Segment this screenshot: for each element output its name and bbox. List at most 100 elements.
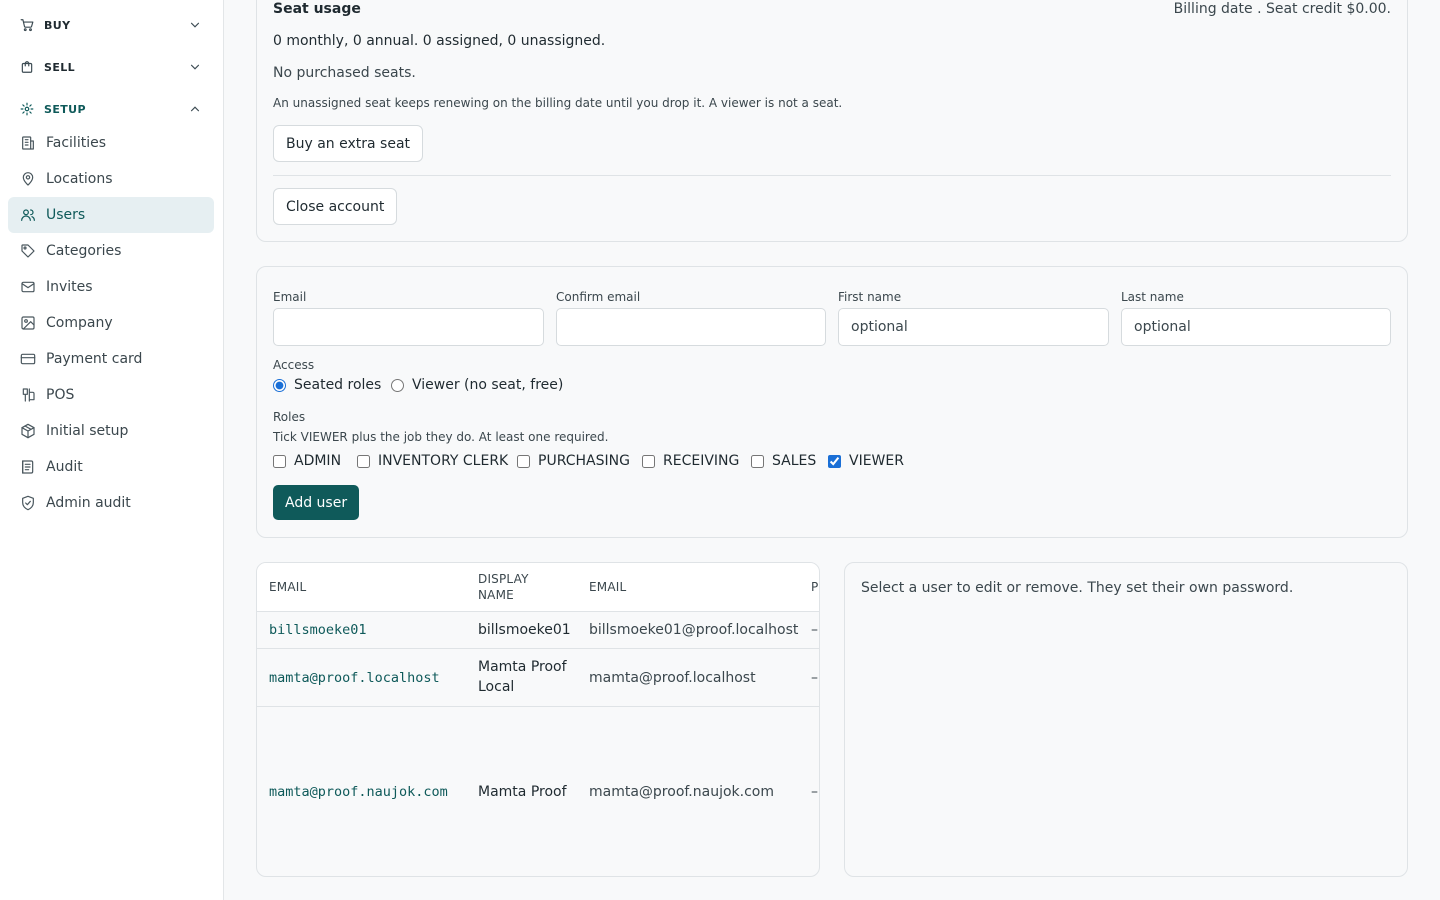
- checkbox-input[interactable]: [273, 454, 286, 468]
- chevron-down-icon: [188, 18, 202, 32]
- credit-card-icon: [20, 351, 36, 367]
- sidebar-item-admin-audit[interactable]: Admin audit: [8, 485, 214, 521]
- add-user-button[interactable]: Add user: [273, 485, 360, 520]
- user-email: mamta@proof.localhost: [589, 670, 756, 686]
- role-inventory-clerk-checkbox[interactable]: INVENTORY CLERK: [357, 453, 508, 469]
- column-header-login[interactable]: EMAIL: [269, 579, 306, 595]
- seat-summary: 0 monthly, 0 annual. 0 assigned, 0 unass…: [273, 33, 606, 49]
- checkbox-input[interactable]: [642, 454, 655, 468]
- users-table: EMAIL DISPLAY NAME EMAIL P billsmoeke01 …: [256, 562, 820, 877]
- sidebar-item-label: Users: [46, 207, 86, 223]
- user-email: billsmoeke01@proof.localhost: [589, 622, 799, 638]
- sidebar-item-users[interactable]: Users: [8, 197, 214, 233]
- shield-check-icon: [20, 495, 36, 511]
- user-login-link[interactable]: mamta@proof.localhost: [269, 668, 440, 688]
- sidebar-item-label: Categories: [46, 243, 122, 259]
- first-name-label: First name: [838, 290, 902, 304]
- sidebar-section-setup[interactable]: SETUP: [8, 94, 214, 124]
- checkbox-input[interactable]: [828, 454, 841, 468]
- user-login-link[interactable]: mamta@proof.naujok.com: [269, 782, 448, 802]
- access-seated-roles-radio[interactable]: Seated roles: [273, 377, 381, 393]
- checkbox-label: ADMIN: [294, 453, 342, 469]
- detail-hint: Select a user to edit or remove. They se…: [861, 580, 1294, 596]
- checkbox-label: SALES: [772, 453, 817, 469]
- chevron-up-icon: [188, 102, 202, 116]
- gear-icon: [20, 102, 34, 116]
- user-p-value: –: [811, 670, 818, 686]
- sidebar-item-initial-setup[interactable]: Initial setup: [8, 413, 214, 449]
- sidebar-item-invites[interactable]: Invites: [8, 269, 214, 305]
- chevron-down-icon: [188, 60, 202, 74]
- user-login-link[interactable]: billsmoeke01: [269, 620, 367, 640]
- buy-extra-seat-button[interactable]: Buy an extra seat: [273, 125, 424, 162]
- seat-note: An unassigned seat keeps renewing on the…: [273, 96, 843, 110]
- users-icon: [20, 207, 36, 223]
- email-input[interactable]: [273, 308, 544, 346]
- first-name-input[interactable]: [838, 308, 1109, 346]
- sidebar-item-audit[interactable]: Audit: [8, 449, 214, 485]
- sidebar-section-label: SETUP: [44, 102, 86, 116]
- sidebar-item-categories[interactable]: Categories: [8, 233, 214, 269]
- role-admin-checkbox[interactable]: ADMIN: [273, 453, 341, 469]
- user-p-value: –: [811, 622, 818, 638]
- user-display-name: Mamta Proof Local: [478, 659, 567, 695]
- checkbox-input[interactable]: [517, 454, 530, 468]
- radio-label: Seated roles: [294, 377, 382, 393]
- package-icon: [20, 423, 36, 439]
- role-receiving-checkbox[interactable]: RECEIVING: [642, 453, 739, 469]
- sidebar-item-label: Audit: [46, 459, 83, 475]
- seated-roles-radio-input[interactable]: [273, 378, 286, 392]
- confirm-email-input[interactable]: [556, 308, 826, 346]
- table-row[interactable]: billsmoeke01 billsmoeke01 billsmoeke01@p…: [257, 612, 819, 649]
- sidebar-item-payment-card[interactable]: Payment card: [8, 341, 214, 377]
- viewer-radio-input[interactable]: [391, 378, 404, 392]
- sidebar-item-company[interactable]: Company: [8, 305, 214, 341]
- sidebar-section-buy[interactable]: BUY: [8, 10, 214, 40]
- access-viewer-radio[interactable]: Viewer (no seat, free): [391, 377, 563, 393]
- sidebar-section-label: SELL: [44, 60, 76, 74]
- roles-label: Roles: [273, 410, 306, 424]
- column-header-p[interactable]: P: [811, 579, 818, 595]
- last-name-input[interactable]: [1121, 308, 1391, 346]
- sidebar-item-label: Invites: [46, 279, 93, 295]
- column-header-email[interactable]: EMAIL: [589, 579, 626, 595]
- radio-label: Viewer (no seat, free): [412, 377, 564, 393]
- seat-usage-card: Seat usage Billing date . Seat credit $0…: [256, 0, 1408, 242]
- last-name-label: Last name: [1121, 290, 1184, 304]
- email-label: Email: [273, 290, 307, 304]
- role-purchasing-checkbox[interactable]: PURCHASING: [517, 453, 630, 469]
- table-row[interactable]: mamta@proof.naujok.com Mamta Proof mamta…: [257, 707, 819, 876]
- checkbox-input[interactable]: [751, 454, 764, 468]
- close-account-button[interactable]: Close account: [273, 188, 398, 225]
- user-detail-panel: Select a user to edit or remove. They se…: [844, 562, 1408, 877]
- confirm-email-label: Confirm email: [556, 290, 641, 304]
- sidebar-item-label: POS: [46, 387, 75, 403]
- access-label: Access: [273, 358, 315, 372]
- table-row[interactable]: mamta@proof.localhost Mamta Proof Local …: [257, 649, 819, 707]
- add-user-card: Email Confirm email First name Last name…: [256, 266, 1408, 538]
- seat-usage-title: Seat usage: [273, 1, 361, 17]
- sidebar-item-locations[interactable]: Locations: [8, 161, 214, 197]
- map-pin-icon: [20, 171, 36, 187]
- column-header-display-name[interactable]: DISPLAY NAME: [478, 571, 538, 603]
- user-display-name: Mamta Proof: [478, 784, 567, 800]
- role-viewer-checkbox[interactable]: VIEWER: [828, 453, 904, 469]
- roles-hint: Tick VIEWER plus the job they do. At lea…: [273, 430, 609, 444]
- building-icon: [20, 135, 36, 151]
- checkbox-label: VIEWER: [849, 453, 904, 469]
- sidebar-section-sell[interactable]: SELL: [8, 52, 214, 82]
- sidebar-item-facilities[interactable]: Facilities: [8, 125, 214, 161]
- sidebar-item-label: Admin audit: [46, 495, 131, 511]
- checkbox-label: INVENTORY CLERK: [378, 453, 509, 469]
- table-header: EMAIL DISPLAY NAME EMAIL P: [257, 563, 819, 612]
- checkbox-input[interactable]: [357, 454, 370, 468]
- billing-info: Billing date . Seat credit $0.00.: [1173, 1, 1391, 17]
- role-sales-checkbox[interactable]: SALES: [751, 453, 816, 469]
- image-icon: [20, 315, 36, 331]
- user-display-name: billsmoeke01: [478, 622, 571, 638]
- checkbox-label: RECEIVING: [663, 453, 740, 469]
- shopping-bag-icon: [20, 60, 34, 74]
- sidebar-item-pos[interactable]: POS: [8, 377, 214, 413]
- sidebar-item-label: Locations: [46, 171, 113, 187]
- ledger-icon: [20, 459, 36, 475]
